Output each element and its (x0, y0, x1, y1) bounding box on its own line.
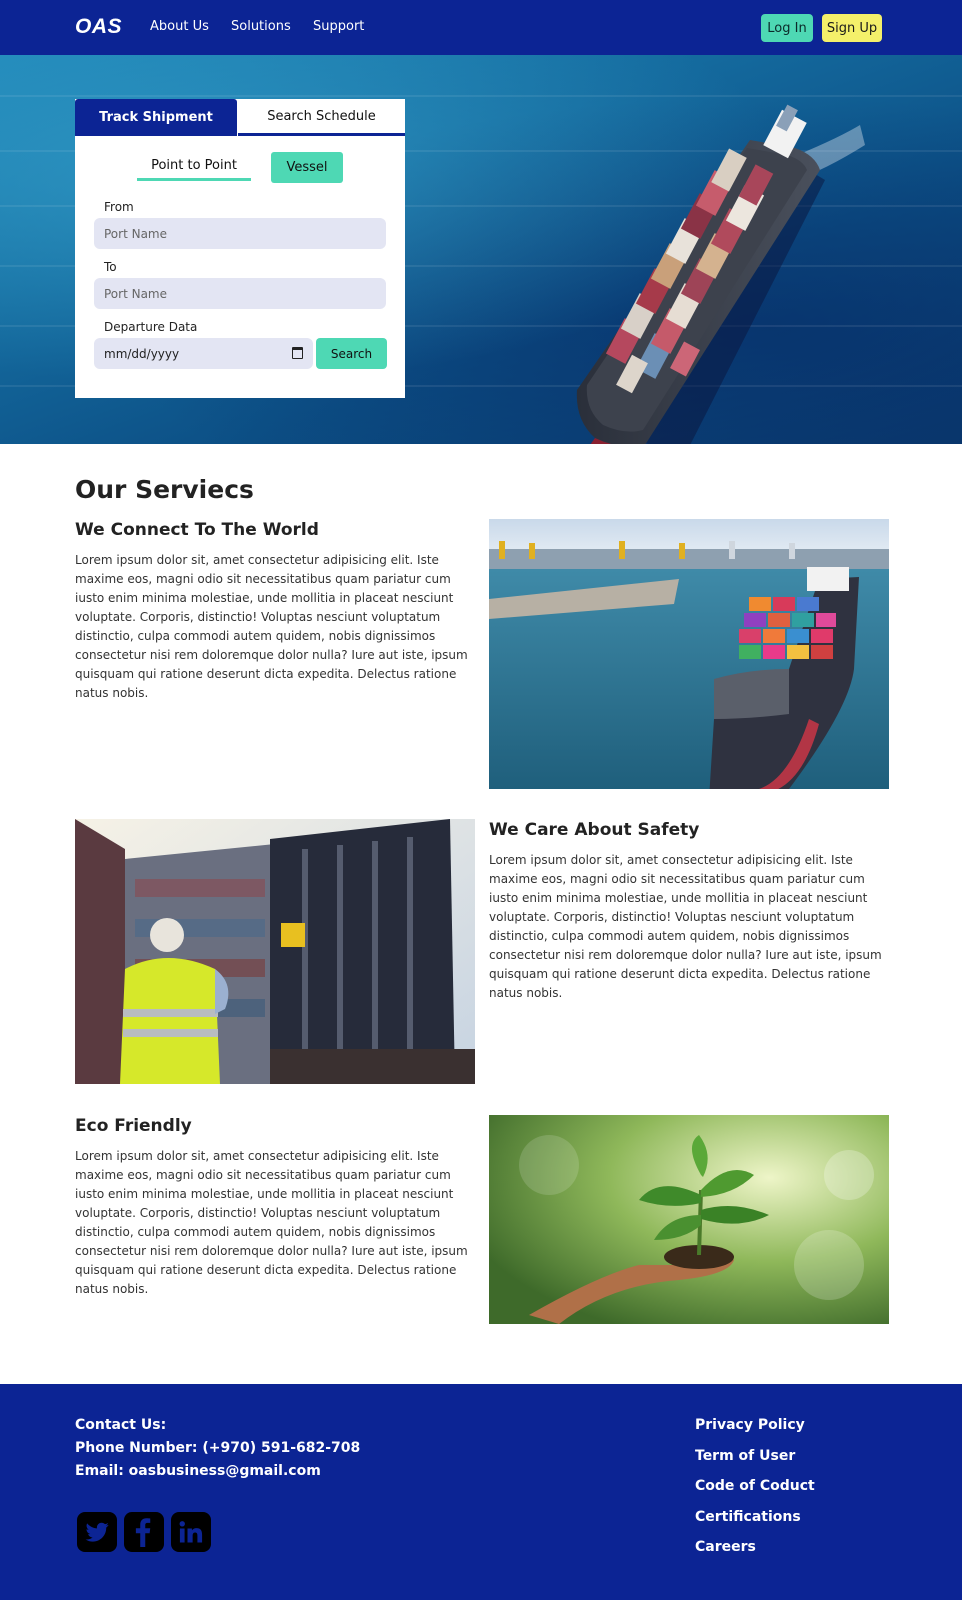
nav-link-solutions[interactable]: Solutions (231, 19, 291, 34)
service-text-safety: Lorem ipsum dolor sit, amet consectetur … (489, 853, 882, 1000)
footer-link-certifications[interactable]: Certifications (695, 1509, 801, 1525)
from-label: From (104, 200, 134, 214)
services-title: Our Serviecs (75, 475, 254, 504)
hero-banner: Track Shipment Search Schedule Point to … (0, 55, 962, 444)
service-heading-safety: We Care About Safety (489, 820, 700, 840)
departure-date-label: Departure Data (104, 320, 198, 334)
footer-link-privacy-policy[interactable]: Privacy Policy (695, 1417, 805, 1433)
service-text-connect: Lorem ipsum dolor sit, amet consectetur … (75, 553, 468, 700)
top-navbar: OAS About Us Solutions Support Log In Si… (0, 0, 962, 55)
login-button[interactable]: Log In (761, 14, 813, 42)
service-text-eco: Lorem ipsum dolor sit, amet consectetur … (75, 1149, 468, 1296)
calendar-icon[interactable] (292, 347, 303, 359)
subtab-point-to-point[interactable]: Point to Point (137, 153, 251, 181)
date-value: mm/dd/yyyy (104, 346, 180, 361)
twitter-icon[interactable] (77, 1512, 117, 1552)
linkedin-icon[interactable] (171, 1512, 211, 1552)
shipment-search-card: Track Shipment Search Schedule Point to … (75, 99, 405, 398)
contact-phone[interactable]: Phone Number: (+970) 591-682-708 (75, 1440, 360, 1456)
port-ship-image (489, 519, 889, 789)
tab-track-shipment[interactable]: Track Shipment (75, 99, 237, 136)
facebook-icon[interactable] (124, 1512, 164, 1552)
to-port-input[interactable]: Port Name (94, 278, 386, 309)
logo[interactable]: OAS (75, 15, 122, 39)
subtab-vessel[interactable]: Vessel (271, 152, 343, 183)
signup-button[interactable]: Sign Up (822, 14, 882, 42)
to-label: To (104, 260, 117, 274)
departure-date-input[interactable]: mm/dd/yyyy (94, 338, 313, 369)
from-port-input[interactable]: Port Name (94, 218, 386, 249)
footer-link-careers[interactable]: Careers (695, 1539, 756, 1555)
service-heading-connect: We Connect To The World (75, 520, 319, 540)
safety-worker-image (75, 819, 475, 1084)
tab-search-schedule[interactable]: Search Schedule (238, 99, 405, 136)
nav-link-about-us[interactable]: About Us (150, 19, 209, 34)
contact-title: Contact Us: (75, 1417, 167, 1433)
service-heading-eco: Eco Friendly (75, 1116, 192, 1136)
contact-email[interactable]: Email: oasbusiness@gmail.com (75, 1463, 321, 1479)
container-ship-image (576, 104, 865, 444)
eco-plant-image (489, 1115, 889, 1324)
search-button[interactable]: Search (316, 338, 387, 369)
nav-link-support[interactable]: Support (313, 19, 364, 34)
footer-link-code-of-conduct[interactable]: Code of Coduct (695, 1478, 815, 1494)
footer-link-term-of-user[interactable]: Term of User (695, 1448, 795, 1464)
